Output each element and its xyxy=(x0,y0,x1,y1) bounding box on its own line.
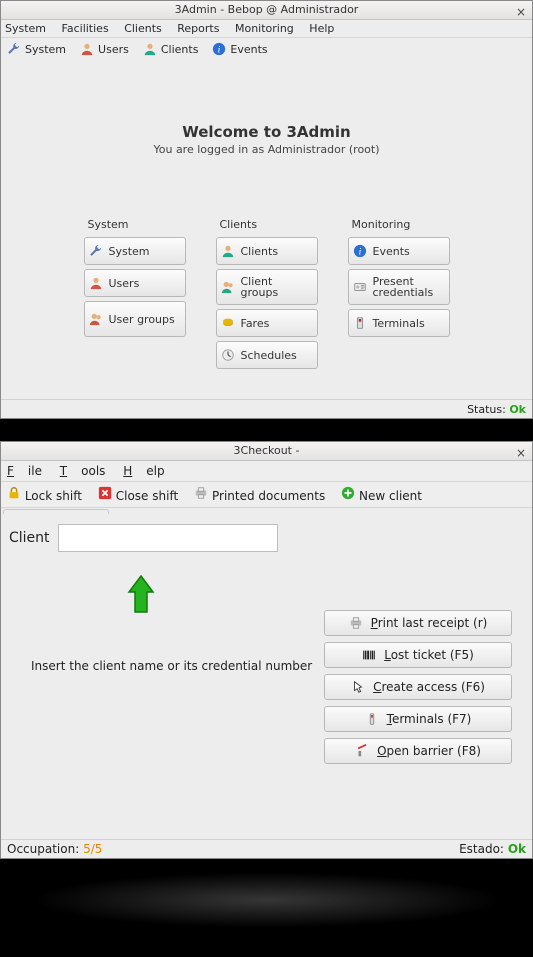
info-icon: i xyxy=(353,244,367,258)
menu-monitoring[interactable]: Monitoring xyxy=(235,22,294,35)
barrier-icon xyxy=(355,744,369,758)
svg-text:i: i xyxy=(358,247,361,258)
menu-help[interactable]: Help xyxy=(309,22,334,35)
launch-users[interactable]: Users xyxy=(84,269,186,297)
action-column: Print last receipt (r) Lost ticket (F5) … xyxy=(324,610,512,764)
menu-system[interactable]: System xyxy=(5,22,46,35)
close-icon[interactable]: × xyxy=(516,444,526,462)
welcome-block: Welcome to 3Admin You are logged in as A… xyxy=(1,123,532,156)
btn-create-access[interactable]: Create access (F6) xyxy=(324,674,512,700)
launch-events[interactable]: i Events xyxy=(348,237,450,265)
tb-lock-shift[interactable]: Lock shift xyxy=(7,486,82,503)
admin-statusbar: Status: Ok xyxy=(1,399,532,418)
menu-help[interactable]: Help xyxy=(123,464,164,478)
barcode-icon xyxy=(362,648,376,662)
launch-fares[interactable]: Fares xyxy=(216,309,318,337)
checkout-body: Client Insert the client name or its cre… xyxy=(1,514,532,838)
btn-lost-ticket[interactable]: Lost ticket (F5) xyxy=(324,642,512,668)
tb-clients[interactable]: Clients xyxy=(143,42,199,56)
terminal-icon xyxy=(353,316,367,330)
menu-reports[interactable]: Reports xyxy=(177,22,219,35)
wrench-icon xyxy=(7,42,21,56)
coins-icon xyxy=(221,316,235,330)
client-icon xyxy=(221,244,235,258)
col-system: System System Users User groups xyxy=(84,218,186,373)
tb-events[interactable]: i Events xyxy=(212,42,267,56)
checkout-window: 3Checkout - × File Tools Help Lock shift… xyxy=(0,441,533,859)
launcher-grid: System System Users User groups Clients xyxy=(1,218,532,373)
users-icon xyxy=(89,312,103,326)
menu-facilities[interactable]: Facilities xyxy=(62,22,109,35)
launch-system[interactable]: System xyxy=(84,237,186,265)
printer-icon xyxy=(194,486,208,500)
user-icon xyxy=(89,276,103,290)
admin-menubar: System Facilities Clients Reports Monito… xyxy=(1,20,532,38)
client-label: Client xyxy=(9,530,50,546)
admin-title: 3Admin - Bebop @ Administrador xyxy=(175,3,359,16)
close-icon[interactable]: × xyxy=(516,3,526,21)
checkout-menubar: File Tools Help xyxy=(1,461,532,482)
client-icon xyxy=(143,42,157,56)
client-input[interactable] xyxy=(58,524,278,552)
tb-system[interactable]: System xyxy=(7,42,66,56)
credentials-icon xyxy=(353,280,367,294)
col-system-head: System xyxy=(88,218,186,231)
col-clients: Clients Clients Client groups Fares Sche… xyxy=(216,218,318,373)
launch-clients[interactable]: Clients xyxy=(216,237,318,265)
drop-shadow xyxy=(0,873,533,957)
occupation-value: 5/5 xyxy=(83,842,102,856)
terminal-icon xyxy=(365,712,379,726)
cursor-icon xyxy=(351,680,365,694)
launch-terminals[interactable]: Terminals xyxy=(348,309,450,337)
launch-client-groups[interactable]: Client groups xyxy=(216,269,318,305)
close-shift-icon xyxy=(98,486,112,500)
wrench-icon xyxy=(89,244,103,258)
btn-terminals[interactable]: Terminals (F7) xyxy=(324,706,512,732)
checkout-toolbar: Lock shift Close shift Printed documents… xyxy=(1,482,532,508)
status-value: Ok xyxy=(509,403,526,416)
menu-clients[interactable]: Clients xyxy=(124,22,162,35)
info-icon: i xyxy=(212,42,226,56)
menu-file[interactable]: File xyxy=(7,464,42,478)
plus-icon xyxy=(341,486,355,500)
occupation: Occupation: 5/5 xyxy=(7,842,102,856)
status-label: Status: xyxy=(467,403,506,416)
welcome-heading: Welcome to 3Admin xyxy=(1,123,532,141)
admin-titlebar[interactable]: 3Admin - Bebop @ Administrador × xyxy=(1,1,532,20)
welcome-sub: You are logged in as Administrador (root… xyxy=(1,143,532,156)
tb-close-shift[interactable]: Close shift xyxy=(98,486,178,503)
estado-value: Ok xyxy=(508,842,526,856)
lock-icon xyxy=(7,486,21,500)
btn-print-last-receipt[interactable]: Print last receipt (r) xyxy=(324,610,512,636)
menu-tools[interactable]: Tools xyxy=(60,464,106,478)
checkout-statusbar: Occupation: 5/5 Estado: Ok xyxy=(1,839,532,858)
tb-users[interactable]: Users xyxy=(80,42,129,56)
clock-icon xyxy=(221,348,235,362)
svg-text:i: i xyxy=(218,45,221,56)
clients-icon xyxy=(221,280,235,294)
col-monitoring-head: Monitoring xyxy=(352,218,450,231)
admin-body: Welcome to 3Admin You are logged in as A… xyxy=(1,57,532,398)
checkout-titlebar[interactable]: 3Checkout - × xyxy=(1,442,532,461)
launch-user-groups[interactable]: User groups xyxy=(84,301,186,337)
btn-open-barrier[interactable]: Open barrier (F8) xyxy=(324,738,512,764)
col-monitoring: Monitoring i Events Present credentials … xyxy=(348,218,450,373)
user-icon xyxy=(80,42,94,56)
launch-present-credentials[interactable]: Present credentials xyxy=(348,269,450,305)
col-clients-head: Clients xyxy=(220,218,318,231)
checkout-title: 3Checkout - xyxy=(234,444,300,457)
admin-window: 3Admin - Bebop @ Administrador × System … xyxy=(0,0,533,419)
tb-printed-docs[interactable]: Printed documents xyxy=(194,486,325,503)
tb-new-client[interactable]: New client xyxy=(341,486,422,503)
printer-icon xyxy=(349,616,363,630)
launch-schedules[interactable]: Schedules xyxy=(216,341,318,369)
client-row: Client xyxy=(9,524,524,552)
estado: Estado: Ok xyxy=(459,842,526,856)
